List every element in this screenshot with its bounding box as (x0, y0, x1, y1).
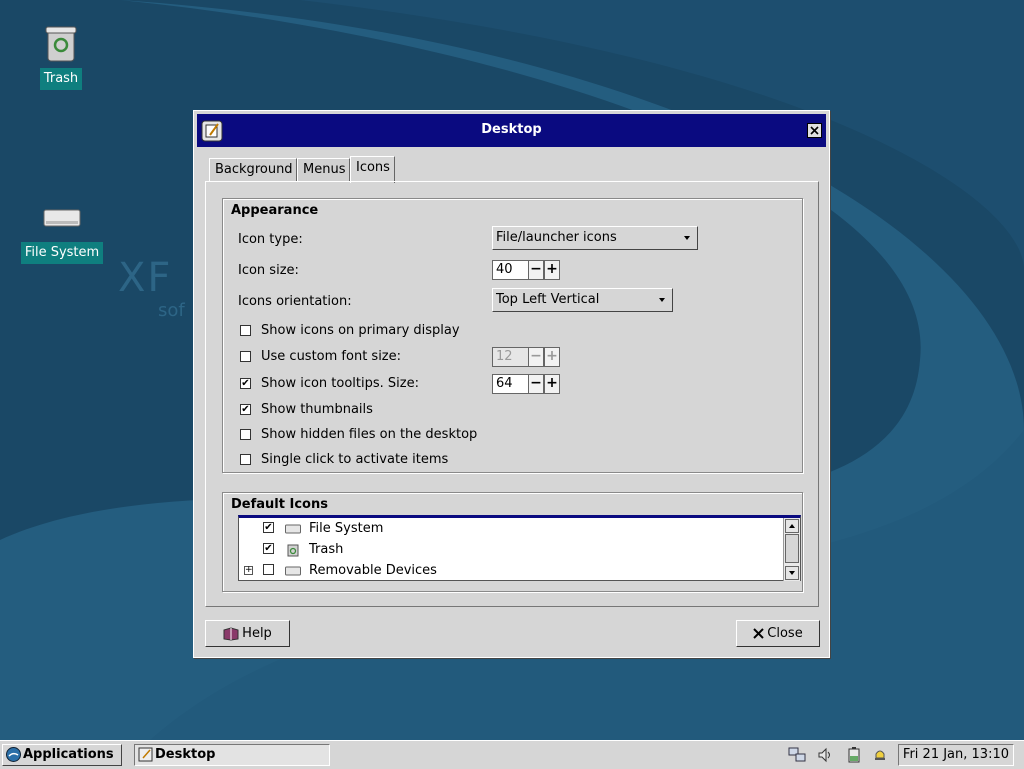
list-item-label: File System (309, 521, 384, 536)
dialog-titlebar[interactable]: Desktop (197, 114, 826, 147)
single-click-label: Single click to activate items (261, 452, 449, 467)
network-icon[interactable] (788, 746, 806, 764)
close-button[interactable]: Close (736, 620, 820, 647)
appearance-frame: Appearance Icon type: File/launcher icon… (222, 198, 803, 473)
notification-bell-icon[interactable] (871, 746, 889, 764)
list-item-label: Trash (309, 542, 344, 557)
help-book-icon (223, 626, 239, 641)
icon-type-label: Icon type: (238, 232, 303, 247)
window-label: Desktop (155, 747, 216, 762)
tab-menus[interactable]: Menus (297, 158, 350, 182)
hidden-files-label: Show hidden files on the desktop (261, 427, 478, 442)
default-icons-title: Default Icons (231, 497, 328, 512)
close-icon (753, 628, 764, 639)
icon-size-field[interactable]: 40 (492, 260, 529, 280)
close-icon (810, 126, 819, 135)
scroll-thumb[interactable] (785, 534, 799, 563)
taskbar: Applications Desktop Fri 21 Jan, 13:10 (0, 740, 1024, 769)
primary-display-checkbox[interactable] (240, 325, 251, 336)
custom-font-size-spinner: 12 − + (492, 347, 561, 367)
increment-button[interactable]: + (544, 260, 560, 280)
icon-type-value: File/launcher icons (496, 230, 617, 245)
hidden-files-checkbox[interactable] (240, 429, 251, 440)
desktop-icon-label: File System (20, 242, 104, 264)
help-label: Help (242, 626, 272, 641)
drive-icon (285, 524, 301, 534)
tooltip-size-field[interactable]: 64 (492, 374, 529, 394)
appearance-title: Appearance (231, 203, 319, 218)
decrement-button[interactable]: − (528, 260, 544, 280)
list-item-trash[interactable]: ✔ Trash (239, 540, 779, 560)
removable-devices-checkbox[interactable] (263, 564, 274, 575)
volume-icon[interactable] (816, 746, 834, 764)
desktop-icon-file-system[interactable]: File System (19, 206, 105, 264)
close-label: Close (767, 626, 803, 641)
desktop-watermark-text: sof (158, 300, 185, 321)
list-item-removable-devices[interactable]: + Removable Devices (239, 561, 779, 581)
taskbar-window-desktop[interactable]: Desktop (134, 744, 330, 766)
arrow-up-icon (789, 524, 795, 528)
chevron-down-icon (659, 298, 665, 302)
increment-button[interactable]: + (544, 374, 560, 394)
desktop-watermark-logo: XF (118, 255, 173, 301)
xfce-logo-icon (6, 747, 21, 762)
desktop-icon-label: Trash (39, 68, 83, 90)
icon-type-dropdown[interactable]: File/launcher icons (492, 226, 698, 250)
drive-icon (285, 566, 301, 576)
drive-icon (43, 209, 81, 227)
icons-tab-panel: Appearance Icon type: File/launcher icon… (205, 181, 819, 607)
chevron-down-icon (684, 236, 690, 240)
icon-size-label: Icon size: (238, 263, 299, 278)
desktop-icon-trash[interactable]: Trash (38, 24, 84, 90)
trash-icon (45, 26, 77, 62)
file-system-checkbox[interactable]: ✔ (263, 522, 274, 533)
battery-icon[interactable] (845, 746, 863, 764)
tab-background[interactable]: Background (209, 158, 297, 182)
arrow-down-icon (789, 571, 795, 575)
custom-font-size-field: 12 (492, 347, 529, 367)
desktop-settings-icon (138, 747, 153, 762)
tooltips-checkbox[interactable]: ✔ (240, 378, 251, 389)
thumbnails-checkbox[interactable]: ✔ (240, 404, 251, 415)
orientation-dropdown[interactable]: Top Left Vertical (492, 288, 673, 312)
default-icons-frame: Default Icons ✔ File System ✔ Trash + Re… (222, 492, 803, 592)
orientation-value: Top Left Vertical (496, 292, 600, 307)
clock[interactable]: Fri 21 Jan, 13:10 (897, 744, 1014, 766)
list-item-label: Removable Devices (309, 563, 437, 578)
trash-icon (287, 544, 299, 557)
increment-button: + (544, 347, 560, 367)
tab-icons[interactable]: Icons (350, 156, 395, 183)
trash-checkbox[interactable]: ✔ (263, 543, 274, 554)
tooltips-label: Show icon tooltips. Size: (261, 376, 419, 391)
custom-font-label: Use custom font size: (261, 349, 402, 364)
icon-size-spinner[interactable]: 40 − + (492, 260, 561, 280)
primary-display-label: Show icons on primary display (261, 323, 460, 338)
decrement-button: − (528, 347, 544, 367)
thumbnails-label: Show thumbnails (261, 402, 373, 417)
single-click-checkbox[interactable] (240, 454, 251, 465)
desktop-settings-dialog: Desktop Background Menus Icons Appearanc… (193, 110, 830, 658)
scroll-down-button[interactable] (785, 566, 799, 580)
orientation-label: Icons orientation: (238, 294, 352, 309)
default-icons-list[interactable]: ✔ File System ✔ Trash + Removable Device… (238, 515, 801, 581)
list-item-file-system[interactable]: ✔ File System (239, 519, 779, 539)
scroll-up-button[interactable] (785, 519, 799, 533)
expand-icon[interactable]: + (244, 566, 253, 575)
decrement-button[interactable]: − (528, 374, 544, 394)
help-button[interactable]: Help (205, 620, 290, 647)
applications-label: Applications (23, 747, 114, 762)
custom-font-checkbox[interactable] (240, 351, 251, 362)
list-scrollbar[interactable] (783, 518, 800, 581)
applications-menu-button[interactable]: Applications (2, 744, 122, 766)
close-window-button[interactable] (807, 123, 822, 138)
tooltip-size-spinner[interactable]: 64 − + (492, 374, 561, 394)
dialog-title: Desktop (481, 122, 542, 137)
